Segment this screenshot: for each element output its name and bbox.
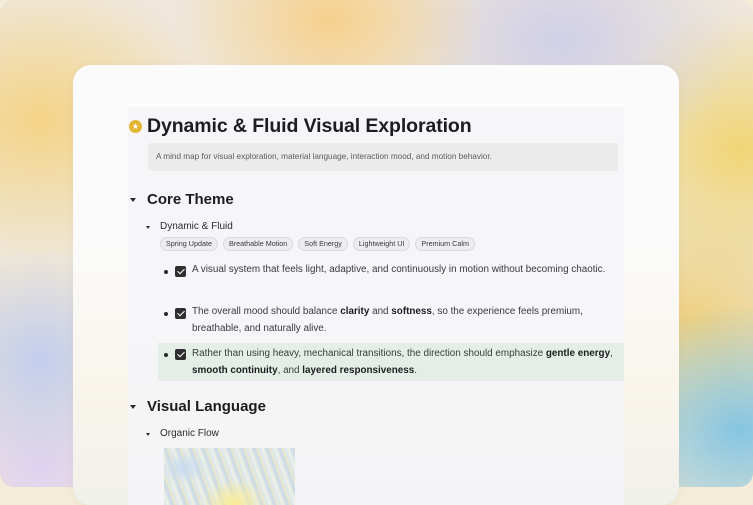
page-title: Dynamic & Fluid Visual Exploration — [147, 115, 472, 137]
checkbox-checked-icon[interactable] — [175, 308, 186, 319]
organic-flow-image[interactable] — [164, 448, 295, 505]
tag-chip[interactable]: Spring Update — [160, 237, 218, 251]
bullet-dot — [164, 353, 168, 357]
checkbox-checked-icon[interactable] — [175, 349, 186, 360]
text-run-bold: smooth continuity — [192, 365, 278, 376]
item-text: The overall mood should balance clarity … — [192, 303, 617, 337]
text-run-bold: clarity — [340, 306, 370, 317]
text-run: Rather than using heavy, mechanical tran… — [192, 348, 546, 359]
subtitle-text: A mind map for visual exploration, mater… — [156, 152, 492, 161]
tag-chip[interactable]: Soft Energy — [298, 237, 348, 251]
bullet-dot — [164, 312, 168, 316]
subsection-title: Organic Flow — [160, 428, 219, 439]
text-run-bold: layered responsiveness — [302, 365, 415, 376]
text-run: . — [414, 365, 418, 376]
text-run: , — [610, 348, 613, 359]
text-run: , and — [277, 365, 303, 376]
checkbox-checked-icon[interactable] — [175, 266, 186, 277]
tag-list: Spring Update Breathable Motion Soft Ene… — [160, 237, 475, 251]
collapse-caret-icon[interactable] — [146, 432, 150, 436]
section-title: Visual Language — [147, 398, 266, 415]
item-text: Rather than using heavy, mechanical tran… — [192, 345, 617, 379]
tag-chip[interactable]: Lightweight UI — [352, 237, 411, 251]
checklist-item: The overall mood should balance clarity … — [158, 303, 624, 339]
title-row: ★ Dynamic & Fluid Visual Exploration — [128, 107, 472, 145]
tag-chip[interactable]: Premium Calm — [415, 237, 475, 251]
text-run: The overall mood should balance — [192, 306, 341, 317]
collapse-caret-icon[interactable] — [130, 198, 136, 202]
bullet-dot — [164, 270, 168, 274]
mind-map-document: ★ Dynamic & Fluid Visual Exploration A m… — [128, 107, 624, 505]
text-run-bold: softness — [391, 306, 432, 317]
item-text: A visual system that feels light, adapti… — [192, 261, 617, 278]
subsection-dynamic-fluid[interactable]: Dynamic & Fluid — [145, 219, 233, 235]
subsection-title: Dynamic & Fluid — [160, 221, 233, 232]
text-run-bold: gentle energy — [545, 348, 611, 359]
collapse-caret-icon[interactable] — [130, 405, 136, 409]
checklist-item-highlighted: Rather than using heavy, mechanical tran… — [158, 343, 624, 381]
tag-chip[interactable]: Breathable Motion — [222, 237, 294, 251]
document-card: ★ Dynamic & Fluid Visual Exploration A m… — [73, 65, 679, 505]
subsection-organic-flow[interactable]: Organic Flow — [145, 426, 219, 442]
star-badge-icon: ★ — [129, 119, 142, 133]
section-visual-language[interactable]: Visual Language — [128, 396, 266, 418]
checklist-item: A visual system that feels light, adapti… — [158, 261, 624, 297]
subtitle-block: A mind map for visual exploration, mater… — [148, 143, 618, 171]
section-core-theme[interactable]: Core Theme — [128, 189, 234, 211]
text-run: and — [369, 306, 392, 317]
collapse-caret-icon[interactable] — [146, 225, 150, 229]
text-run: A visual system that feels light, adapti… — [192, 264, 606, 275]
section-title: Core Theme — [147, 191, 234, 208]
